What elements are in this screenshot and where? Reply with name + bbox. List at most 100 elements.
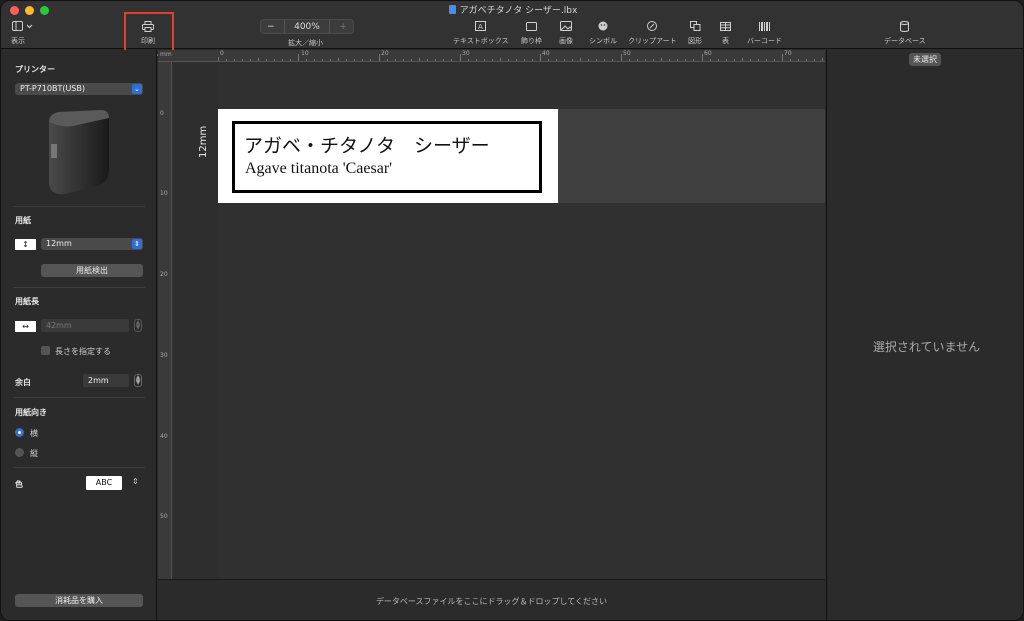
length-stepper[interactable]: ▲ ▼ bbox=[134, 319, 142, 332]
no-selection-message: 選択されていません bbox=[872, 340, 981, 354]
paper-select-value: 12mm bbox=[46, 239, 72, 248]
section-divider bbox=[13, 287, 145, 288]
barcode-icon bbox=[759, 19, 770, 33]
zoom-separator bbox=[329, 20, 331, 33]
zoom-separator bbox=[283, 20, 285, 33]
shape-label: 図形 bbox=[688, 37, 702, 45]
shape-button[interactable]: 図形 bbox=[688, 19, 702, 46]
color-label: 色 bbox=[15, 480, 23, 489]
portrait-radio[interactable] bbox=[15, 448, 24, 457]
ruler-number: 0 bbox=[160, 110, 164, 117]
length-field[interactable]: 42mm bbox=[41, 319, 129, 332]
barcode-label: バーコード bbox=[747, 37, 782, 45]
landscape-radio[interactable] bbox=[15, 428, 24, 437]
zoom-label-wrap: 拡大／縮小 bbox=[288, 38, 323, 48]
shapes-icon bbox=[689, 19, 701, 33]
text-box-button[interactable]: A テキストボックス bbox=[453, 19, 509, 46]
zoom-label: 拡大／縮小 bbox=[288, 39, 323, 47]
text-box-label: テキストボックス bbox=[453, 37, 509, 45]
print-button[interactable]: 印刷 bbox=[141, 19, 155, 46]
zoom-value[interactable]: 400% bbox=[294, 22, 320, 32]
specify-length-checkbox[interactable] bbox=[41, 346, 50, 355]
margin-field[interactable]: 2mm bbox=[83, 374, 129, 387]
label-canvas[interactable]: 0 10 20 30 40 50 60 70 mm 0 10 20 30 40 … bbox=[158, 50, 825, 579]
ruler-number: 40 bbox=[160, 433, 168, 440]
database-label: データベース bbox=[884, 37, 926, 45]
symbol-label: シンボル bbox=[589, 37, 617, 45]
table-icon bbox=[720, 19, 731, 33]
barcode-button[interactable]: バーコード bbox=[747, 19, 782, 46]
chevron-down-icon: ⌄ bbox=[132, 84, 142, 94]
ruler-number: 50 bbox=[160, 513, 168, 520]
detect-paper-button[interactable]: 用紙検出 bbox=[41, 264, 143, 277]
zoom-out-button[interactable]: − bbox=[267, 22, 275, 32]
length-heading: 用紙長 bbox=[15, 297, 39, 306]
specify-length-label: 長さを指定する bbox=[55, 347, 111, 356]
landscape-label: 横 bbox=[30, 429, 38, 438]
margin-label: 余白 bbox=[15, 378, 31, 387]
paper-heading: 用紙 bbox=[15, 216, 31, 225]
ruler-ticks bbox=[218, 54, 823, 61]
printer-icon bbox=[142, 19, 154, 33]
app-window: アガベチタノタ シーザー.lbx 表示 印刷 − 400% + 拡大／縮小 A bbox=[0, 0, 1024, 621]
printer-select-value: PT-P710BT(USB) bbox=[20, 84, 85, 93]
zoom-in-button[interactable]: + bbox=[339, 22, 347, 32]
image-label: 画像 bbox=[559, 37, 573, 45]
svg-text:A: A bbox=[478, 23, 483, 31]
zoom-control: − 400% + bbox=[260, 19, 354, 34]
view-button[interactable]: 表示 bbox=[11, 19, 35, 46]
database-drop-zone[interactable]: データベースファイルをここにドラッグ＆ドロップしてください bbox=[158, 579, 825, 620]
text-box-icon: A bbox=[475, 19, 487, 33]
printer-device-image bbox=[49, 110, 109, 195]
portrait-label: 縦 bbox=[30, 449, 38, 458]
section-divider bbox=[13, 397, 145, 398]
window-title-text: アガベチタノタ シーザー.lbx bbox=[459, 6, 578, 16]
ruler-unit: mm bbox=[160, 51, 172, 58]
tape-width-label: 12mm bbox=[198, 125, 209, 158]
ruler-number: 10 bbox=[160, 190, 168, 197]
view-label: 表示 bbox=[11, 37, 25, 45]
clipart-button[interactable]: クリップアート bbox=[628, 19, 677, 46]
toolbar: アガベチタノタ シーザー.lbx 表示 印刷 − 400% + 拡大／縮小 A bbox=[1, 1, 1023, 56]
canvas-margin-strip bbox=[172, 62, 218, 579]
settings-sidebar: プリンター PT-P710BT(USB) ⌄ 用紙 ↕ 12mm ⇕ 用紙検出 … bbox=[1, 50, 157, 620]
orientation-heading: 用紙向き bbox=[15, 408, 47, 417]
printer-heading: プリンター bbox=[15, 65, 55, 74]
database-button[interactable]: データベース bbox=[884, 19, 926, 46]
selection-badge: 未選択 bbox=[909, 53, 941, 66]
buy-supplies-button[interactable]: 消耗品を購入 bbox=[15, 594, 143, 607]
section-divider bbox=[13, 467, 145, 468]
label-text-japanese[interactable]: アガベ・チタノタ シーザー bbox=[244, 131, 490, 158]
section-divider bbox=[13, 206, 145, 207]
paper-select[interactable]: 12mm ⇕ bbox=[41, 238, 143, 250]
ruler-corner: mm bbox=[158, 50, 218, 62]
color-chevron-icon[interactable]: ⇕ bbox=[132, 477, 139, 486]
horizontal-ruler: 0 10 20 30 40 50 60 70 bbox=[218, 50, 825, 62]
table-button[interactable]: 表 bbox=[720, 19, 731, 46]
table-label: 表 bbox=[722, 37, 729, 45]
chevron-updown-icon: ⇕ bbox=[132, 239, 142, 249]
printer-select[interactable]: PT-P710BT(USB) ⌄ bbox=[15, 83, 143, 95]
image-button[interactable]: 画像 bbox=[559, 19, 573, 46]
ruler-number: 20 bbox=[160, 271, 168, 278]
document-icon bbox=[448, 5, 456, 14]
clipart-label: クリップアート bbox=[628, 37, 677, 45]
sidebar-toggle-icon bbox=[12, 19, 34, 33]
ruler-number: 30 bbox=[160, 352, 168, 359]
clipart-icon bbox=[647, 19, 658, 33]
drop-hint-text: データベースファイルをここにドラッグ＆ドロップしてください bbox=[375, 597, 608, 606]
tape-width-icon: ↕ bbox=[15, 239, 36, 250]
inspector-panel: 未選択 選択されていません bbox=[826, 50, 1023, 620]
margin-stepper[interactable]: ▲ ▼ bbox=[134, 374, 142, 387]
symbol-button[interactable]: シンボル bbox=[589, 19, 617, 46]
label-text-english[interactable]: Agave titanota 'Caesar' bbox=[245, 160, 392, 178]
vertical-ruler: 0 10 20 30 40 50 bbox=[158, 62, 172, 579]
frame-button[interactable]: 飾り枠 bbox=[521, 19, 542, 46]
image-icon bbox=[560, 19, 572, 33]
frame-icon bbox=[526, 19, 537, 33]
frame-label: 飾り枠 bbox=[521, 37, 542, 45]
color-swatch[interactable]: ABC bbox=[86, 476, 122, 490]
smiley-icon bbox=[598, 19, 608, 33]
tape-length-icon: ↔ bbox=[15, 321, 36, 332]
database-icon bbox=[900, 19, 910, 33]
